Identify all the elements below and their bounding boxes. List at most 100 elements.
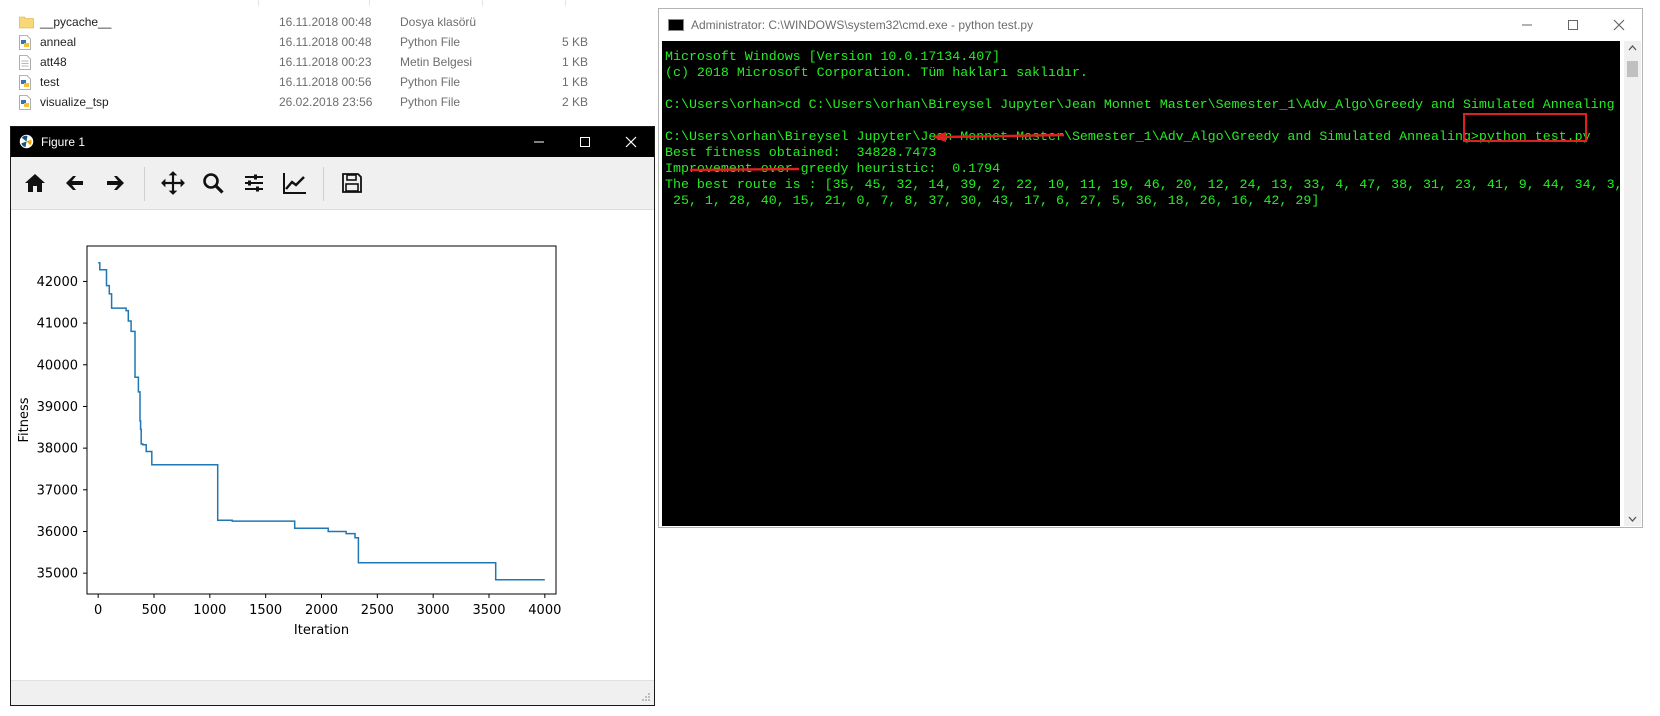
file-date: 16.11.2018 00:56 <box>279 75 372 89</box>
x-tick-label: 3500 <box>472 603 505 618</box>
y-tick-label: 35000 <box>37 567 78 582</box>
cmd-titlebar[interactable]: Administrator: C:\WINDOWS\system32\cmd.e… <box>659 9 1642 41</box>
file-name: test <box>40 75 60 89</box>
maximize-button[interactable] <box>562 127 608 157</box>
close-icon <box>625 136 637 148</box>
file-date: 16.11.2018 00:48 <box>279 15 372 29</box>
console-line: The best route is : [35, 45, 32, 14, 39,… <box>665 177 1620 192</box>
folder-icon <box>19 15 34 30</box>
python-file-icon <box>19 75 32 90</box>
cmd-scrollbar[interactable] <box>1624 41 1641 526</box>
edit-axis-button[interactable] <box>279 167 311 199</box>
forward-arrow-icon <box>107 176 124 190</box>
annotation-box-command <box>1463 113 1587 142</box>
console-output-area[interactable]: Microsoft Windows [Version 10.0.17134.40… <box>662 41 1620 526</box>
x-tick-label: 2500 <box>361 603 394 618</box>
console-app-icon <box>668 19 684 31</box>
maximize-icon <box>580 137 590 147</box>
command-prompt-window: Administrator: C:\WINDOWS\system32\cmd.e… <box>658 8 1643 528</box>
back-button[interactable] <box>59 167 91 199</box>
close-icon <box>1613 19 1625 31</box>
cmd-maximize-button[interactable] <box>1550 10 1596 40</box>
maximize-icon <box>1568 20 1578 30</box>
y-tick-label: 39000 <box>37 400 78 415</box>
home-button[interactable] <box>19 167 51 199</box>
fitness-line-chart[interactable]: 0 500 1000 1500 2000 2500 3000 3500 4000 35000 360… <box>11 210 654 680</box>
pan-icon <box>161 171 185 195</box>
annotation-underline <box>689 167 800 172</box>
file-type: Python File <box>400 75 461 89</box>
y-tick-label: 38000 <box>37 442 78 457</box>
x-tick-label: 1000 <box>193 603 226 618</box>
x-tick-label: 0 <box>94 603 102 618</box>
scroll-up-icon[interactable] <box>1628 44 1637 51</box>
cmd-close-button[interactable] <box>1596 10 1642 40</box>
x-tick-label: 500 <box>142 603 167 618</box>
file-date: 16.11.2018 00:23 <box>279 55 372 69</box>
file-date: 16.11.2018 00:48 <box>279 35 372 49</box>
x-tick-label: 2000 <box>305 603 338 618</box>
file-date: 26.02.2018 23:56 <box>279 95 373 109</box>
edit-axis-icon <box>283 173 306 194</box>
file-size: 5 KB <box>561 35 588 49</box>
fitness-series-line <box>98 261 545 581</box>
back-arrow-icon <box>66 176 83 190</box>
close-button[interactable] <box>608 127 654 157</box>
file-row[interactable]: att48 16.11.2018 00:23 Metin Belgesi 1 KB <box>0 52 620 72</box>
configure-subplots-icon <box>245 174 263 192</box>
x-tick-label: 1500 <box>249 603 282 618</box>
resize-grip-icon[interactable] <box>641 692 651 702</box>
file-type: Python File <box>400 35 461 49</box>
save-button[interactable] <box>336 167 368 199</box>
save-icon <box>342 173 362 193</box>
plot-axes-frame <box>86 245 557 595</box>
file-size: 2 KB <box>561 95 588 109</box>
minimize-button[interactable] <box>516 127 562 157</box>
y-axis-label: Fitness <box>17 397 32 442</box>
file-size: 1 KB <box>561 75 588 89</box>
y-tick-label: 41000 <box>37 317 78 332</box>
text-file-icon <box>19 55 32 70</box>
file-type: Metin Belgesi <box>400 55 473 69</box>
file-row[interactable]: anneal 16.11.2018 00:48 Python File 5 KB <box>0 32 620 52</box>
y-tick-label: 42000 <box>37 275 78 290</box>
configure-subplots-button[interactable] <box>238 167 270 199</box>
file-name: anneal <box>40 35 77 49</box>
zoom-button[interactable] <box>197 167 229 199</box>
zoom-icon <box>203 173 224 194</box>
file-row[interactable]: __pycache__ 16.11.2018 00:48 Dosya klasörü <box>0 12 620 32</box>
cmd-minimize-button[interactable] <box>1504 10 1550 40</box>
file-explorer-list: __pycache__ 16.11.2018 00:48 Dosya klasörü… <box>0 0 620 125</box>
file-size: 1 KB <box>561 55 588 69</box>
figure-statusbar <box>11 680 654 705</box>
figure-titlebar[interactable]: Figure 1 <box>11 127 654 157</box>
minimize-icon <box>1522 24 1532 26</box>
console-line: Microsoft Windows [Version 10.0.17134.40… <box>665 49 1001 64</box>
matplotlib-logo-icon <box>19 134 34 149</box>
scrollbar-thumb[interactable] <box>1627 61 1638 77</box>
console-line: C:\Users\orhan>cd C:\Users\orhan\Bireyse… <box>665 97 1615 112</box>
file-type: Python File <box>400 95 461 109</box>
python-file-icon <box>19 95 32 110</box>
scroll-down-icon[interactable] <box>1628 516 1637 523</box>
console-line: (c) 2018 Microsoft Corporation. Tüm hakl… <box>665 65 1088 80</box>
console-line: C:\Users\orhan\Bireysel Jupyter\Jean Mon… <box>665 129 1591 144</box>
figure-window: Figure 1 0 500 1000 1500 2000 2500 3000 … <box>10 126 655 706</box>
cmd-window-title: Administrator: C:\WINDOWS\system32\cmd.e… <box>691 18 1034 32</box>
minimize-icon <box>534 141 544 143</box>
console-line: 25, 1, 28, 40, 15, 21, 0, 7, 8, 37, 30, … <box>665 193 1320 208</box>
plot-canvas[interactable]: 0 500 1000 1500 2000 2500 3000 3500 4000 35000 360… <box>11 210 654 680</box>
x-axis-label: Iteration <box>294 623 349 638</box>
home-icon <box>25 174 45 192</box>
file-row[interactable]: test 16.11.2018 00:56 Python File 1 KB <box>0 72 620 92</box>
file-name: att48 <box>40 55 67 69</box>
pan-button[interactable] <box>157 167 189 199</box>
y-tick-label: 40000 <box>37 358 78 373</box>
file-row[interactable]: visualize_tsp 26.02.2018 23:56 Python File… <box>0 92 620 112</box>
toolbar-separator <box>323 167 324 201</box>
x-tick-label: 4000 <box>528 603 561 618</box>
figure-toolbar <box>11 157 654 210</box>
forward-button[interactable] <box>99 167 131 199</box>
file-name: __pycache__ <box>40 15 112 29</box>
file-name: visualize_tsp <box>40 95 109 109</box>
